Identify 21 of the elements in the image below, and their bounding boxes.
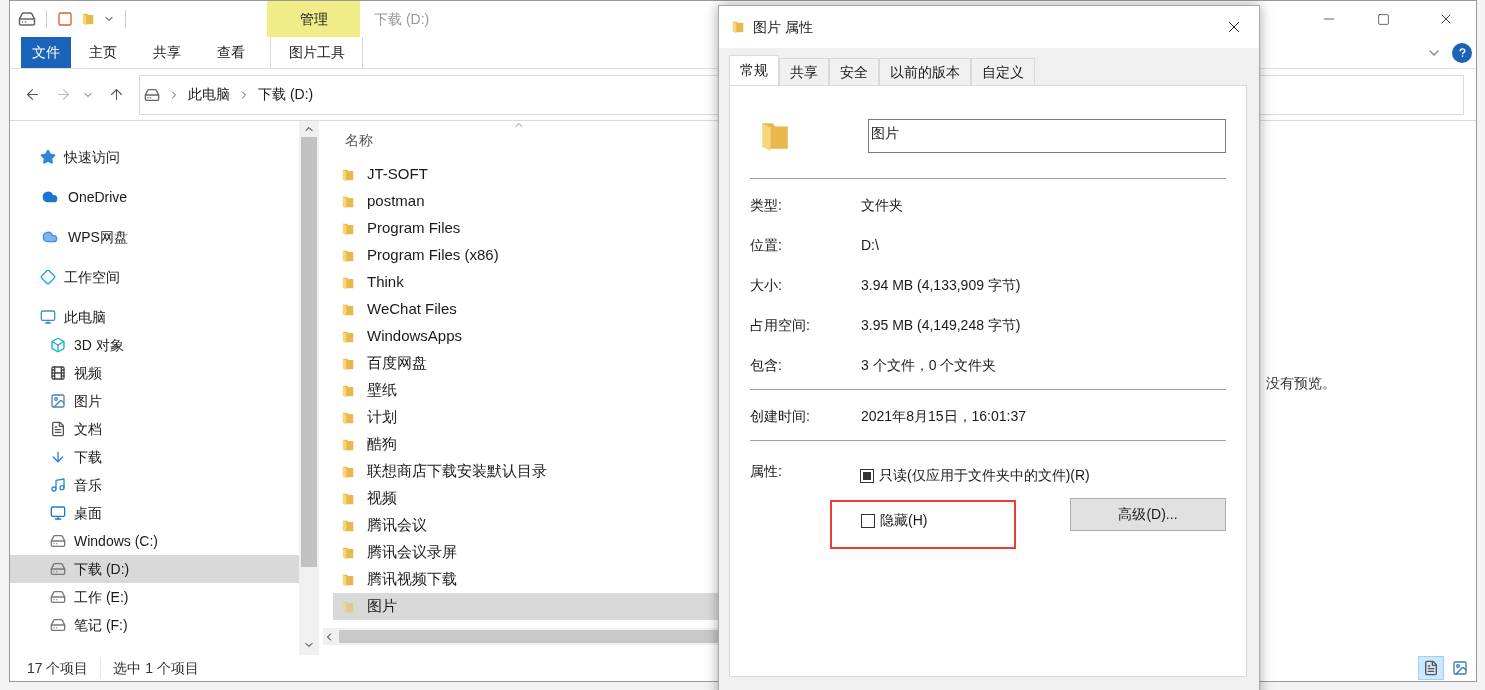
property-value: 3 个文件，0 个文件夹: [861, 355, 997, 375]
property-label: 大小:: [750, 275, 783, 295]
status-text: 17 个项目: [27, 658, 89, 678]
property-label: 类型:: [750, 195, 783, 215]
property-label: 创建时间:: [750, 406, 811, 426]
checkbox-label: 只读(仅应用于文件夹中的文件)(R): [879, 466, 1090, 485]
property-value: D:\: [861, 235, 879, 255]
property-label: 位置:: [750, 235, 783, 255]
property-label: 占用空间:: [750, 315, 811, 335]
property-value: 文件夹: [861, 195, 903, 215]
property-value: 3.95 MB (4,149,248 字节): [861, 315, 1021, 335]
property-value: 2021年8月15日，16:01:37: [861, 406, 1026, 426]
checkbox-label: 隐藏(H): [880, 511, 928, 530]
status-text: 选中 1 个项目: [100, 657, 200, 679]
property-label: 属性:: [750, 462, 783, 481]
property-label: 包含:: [750, 355, 783, 375]
preview-message: 没有预览。: [1266, 373, 1336, 393]
context-tab-header: 管理: [267, 1, 360, 37]
window-title: 下载 (D:): [374, 9, 430, 29]
dialog-title: 图片 属性: [753, 17, 814, 37]
property-value: 3.94 MB (4,133,909 字节): [861, 275, 1021, 295]
